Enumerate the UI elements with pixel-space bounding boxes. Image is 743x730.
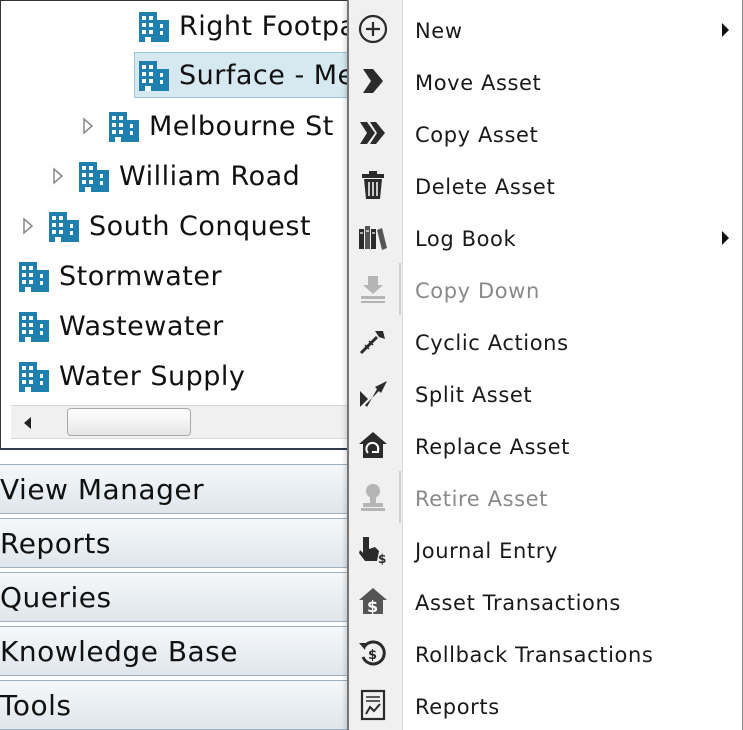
menu-item-split-asset[interactable]: Split Asset — [349, 367, 743, 419]
tree-row-label: Melbourne St — [149, 110, 334, 142]
trash-icon — [357, 169, 389, 201]
nav-queries[interactable]: Queries — [0, 572, 349, 622]
menu-item-copy-down[interactable]: Copy Down — [349, 263, 743, 315]
menu-item-retire-asset[interactable]: Retire Asset — [349, 471, 743, 523]
horizontal-scrollbar[interactable] — [11, 405, 349, 439]
menu-label: Replace Asset — [415, 435, 570, 459]
expand-arrow-icon[interactable] — [19, 215, 37, 237]
menu-item-log-book[interactable]: Log Book — [349, 211, 743, 263]
nav-tools[interactable]: Tools — [0, 680, 349, 730]
svg-text:$: $ — [368, 648, 377, 663]
scrollbar-thumb[interactable] — [67, 408, 191, 436]
building-icon — [19, 312, 49, 342]
house-dollar-icon: $ — [357, 585, 389, 617]
building-icon — [49, 212, 79, 242]
split-icon — [357, 377, 389, 409]
tree-row-label: William Road — [119, 160, 301, 192]
hand-dollar-icon: $ — [357, 533, 389, 565]
building-icon — [19, 262, 49, 292]
tree-row-wastewater[interactable]: Wastewater — [17, 303, 224, 349]
menu-item-copy-asset[interactable]: Copy Asset — [349, 107, 743, 159]
nav-reports[interactable]: Reports — [0, 518, 349, 568]
menu-label: Delete Asset — [415, 175, 556, 199]
svg-text:$: $ — [378, 552, 386, 565]
wrench-icon — [357, 325, 389, 357]
building-icon — [79, 162, 109, 192]
nav-knowledge-base[interactable]: Knowledge Base — [0, 626, 349, 676]
stamp-icon — [357, 481, 389, 513]
menu-item-delete-asset[interactable]: Delete Asset — [349, 159, 743, 211]
tree-row-stormwater[interactable]: Stormwater — [17, 253, 222, 299]
disabled-separator — [399, 471, 401, 523]
context-menu: New Move Asset Copy Asset Delete Asset L… — [347, 0, 743, 730]
tree-row-label: Stormwater — [59, 260, 223, 292]
report-icon — [357, 689, 389, 721]
menu-item-asset-transactions[interactable]: $ Asset Transactions — [349, 575, 743, 627]
building-icon — [19, 362, 49, 392]
tree-row-william-road[interactable]: William Road — [49, 153, 300, 199]
tree-row-label: South Conquest — [89, 210, 312, 242]
disabled-separator — [399, 263, 401, 315]
books-icon — [357, 221, 389, 253]
menu-item-move-asset[interactable]: Move Asset — [349, 55, 743, 107]
nav-label: Queries — [0, 581, 112, 614]
move-arrow-icon — [357, 65, 389, 97]
expand-arrow-icon[interactable] — [79, 115, 97, 137]
rollback-dollar-icon: $ — [357, 637, 389, 669]
plus-circle-icon — [357, 13, 389, 45]
tree-row-label: Wastewater — [59, 310, 224, 342]
scroll-left-arrow-icon[interactable] — [17, 412, 39, 434]
asset-tree-panel: Right Footpath Surface - Melbourne St — [0, 0, 349, 448]
tree-row-melbourne-st[interactable]: Melbourne St — [79, 103, 334, 149]
submenu-arrow-icon — [722, 231, 729, 245]
house-replace-icon — [357, 429, 389, 461]
menu-label: Journal Entry — [415, 539, 558, 563]
tree-row-label: Right Footpath — [179, 10, 349, 42]
nav-label: Tools — [0, 689, 72, 722]
nav-label: Reports — [0, 527, 111, 560]
menu-label: Rollback Transactions — [415, 643, 654, 667]
panel-divider — [0, 448, 349, 450]
menu-label: Retire Asset — [415, 487, 549, 511]
submenu-arrow-icon — [722, 23, 729, 37]
nav-label: View Manager — [0, 473, 205, 506]
nav-view-manager[interactable]: View Manager — [0, 464, 349, 514]
building-icon — [139, 12, 169, 42]
menu-item-rollback-transactions[interactable]: $ Rollback Transactions — [349, 627, 743, 679]
menu-item-journal-entry[interactable]: $ Journal Entry — [349, 523, 743, 575]
building-icon — [109, 112, 139, 142]
tree-row-south-conquest[interactable]: South Conquest — [19, 203, 311, 249]
tree-row-label: Water Supply — [59, 360, 246, 392]
menu-item-reports[interactable]: Reports — [349, 679, 743, 730]
copy-arrows-icon — [357, 117, 389, 149]
menu-label: Reports — [415, 695, 500, 719]
menu-item-new[interactable]: New — [349, 3, 743, 55]
tree-row-surface[interactable]: Surface - Melbourne St — [134, 52, 349, 98]
menu-label: Asset Transactions — [415, 591, 621, 615]
copy-down-icon — [357, 273, 389, 305]
menu-label: Move Asset — [415, 71, 542, 95]
menu-label: New — [415, 19, 463, 43]
menu-label: Copy Down — [415, 279, 540, 303]
menu-label: Copy Asset — [415, 123, 539, 147]
menu-item-replace-asset[interactable]: Replace Asset — [349, 419, 743, 471]
menu-label: Log Book — [415, 227, 517, 251]
nav-label: Knowledge Base — [0, 635, 238, 668]
menu-item-cyclic-actions[interactable]: Cyclic Actions — [349, 315, 743, 367]
tree-row-right-footpath[interactable]: Right Footpath — [137, 3, 349, 49]
menu-label: Cyclic Actions — [415, 331, 569, 355]
tree-row-water-supply[interactable]: Water Supply — [17, 353, 245, 399]
expand-arrow-icon[interactable] — [49, 165, 67, 187]
tree-row-label: Surface - Melbourne St — [179, 59, 349, 91]
svg-text:$: $ — [367, 597, 378, 616]
building-icon — [139, 61, 169, 91]
menu-label: Split Asset — [415, 383, 533, 407]
